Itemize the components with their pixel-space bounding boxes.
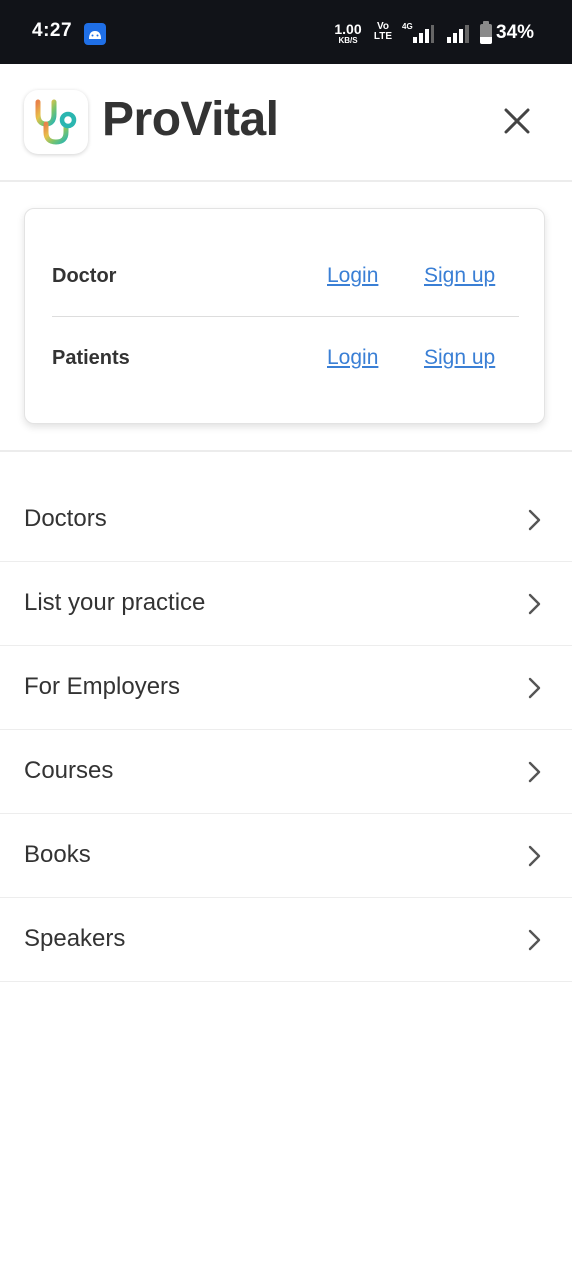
- menu-item-doctors[interactable]: Doctors: [0, 478, 572, 562]
- app-header: ProVital: [0, 64, 572, 182]
- menu-item-label: Speakers: [24, 925, 126, 952]
- doctor-login-link[interactable]: Login: [327, 264, 378, 288]
- nav-menu: Doctors List your practice For Employers…: [0, 478, 572, 982]
- menu-item-books[interactable]: Books: [0, 814, 572, 898]
- menu-item-courses[interactable]: Courses: [0, 730, 572, 814]
- menu-item-label: Books: [24, 841, 91, 868]
- status-bar: 4:27 1.00 KB/S Vo LTE 4G 34%: [0, 0, 572, 64]
- menu-item-label: Courses: [24, 757, 114, 784]
- chevron-right-icon: [528, 593, 541, 615]
- auth-divider: [52, 316, 519, 317]
- menu-item-list-your-practice[interactable]: List your practice: [0, 562, 572, 646]
- signal-strength-icon-2: [447, 25, 469, 43]
- app-notification-icon: [84, 23, 106, 45]
- doctor-signup-link[interactable]: Sign up: [424, 264, 495, 288]
- close-icon: [504, 108, 530, 134]
- chevron-right-icon: [528, 761, 541, 783]
- stethoscope-logo-icon: [24, 90, 88, 154]
- auth-row-doctor: Doctor Login Sign up: [52, 251, 519, 301]
- chevron-right-icon: [528, 677, 541, 699]
- chevron-right-icon: [528, 929, 541, 951]
- chevron-right-icon: [528, 845, 541, 867]
- role-label: Doctor: [52, 265, 117, 287]
- auth-card: Doctor Login Sign up Patients Login Sign…: [24, 208, 545, 424]
- auth-row-patients: Patients Login Sign up: [52, 333, 519, 383]
- battery-percent: 34%: [496, 22, 535, 43]
- menu-item-label: For Employers: [24, 673, 181, 700]
- menu-item-label: Doctors: [24, 505, 107, 532]
- menu-item-label: List your practice: [24, 589, 206, 616]
- brand-name: ProVital: [102, 93, 279, 146]
- patient-login-link[interactable]: Login: [327, 346, 378, 370]
- status-time: 4:27: [32, 20, 73, 41]
- chevron-right-icon: [528, 509, 541, 531]
- signal-strength-icon: [413, 25, 434, 43]
- battery-icon: [480, 21, 492, 44]
- network-speed: 1.00 KB/S: [334, 21, 362, 45]
- close-button[interactable]: [496, 100, 538, 142]
- menu-item-for-employers[interactable]: For Employers: [0, 646, 572, 730]
- patient-signup-link[interactable]: Sign up: [424, 346, 495, 370]
- menu-item-speakers[interactable]: Speakers: [0, 898, 572, 982]
- volte-indicator: Vo LTE: [373, 21, 393, 42]
- section-divider: [0, 450, 572, 452]
- role-label: Patients: [52, 347, 130, 369]
